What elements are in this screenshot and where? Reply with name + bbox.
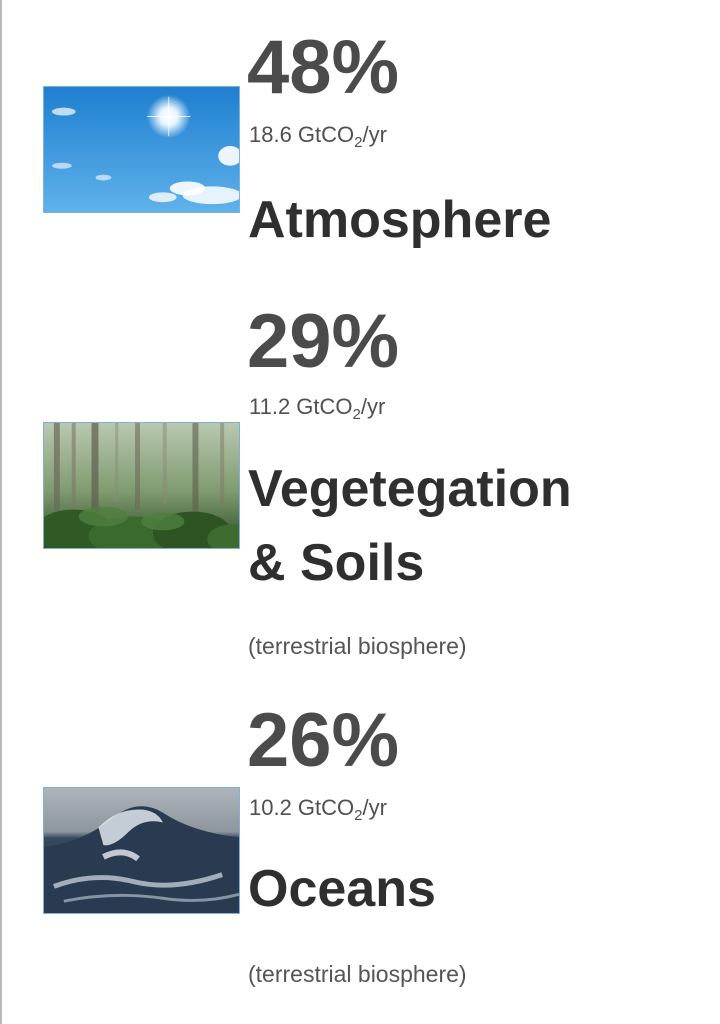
flux-value: 10.2 GtCO2/yr [249,795,387,824]
sink-note: (terrestrial biosphere) [248,961,467,987]
ocean-wave-photo [43,787,240,914]
sink-name: Oceans [248,860,436,918]
sink-oceans: 26% 10.2 GtCO2/yr Oceans (terrestrial bi… [0,0,720,1000]
flux-subscript: 2 [354,807,363,824]
flux-unit: /yr [362,795,387,820]
percent-value: 26% [247,698,400,783]
flux-amount: 10.2 GtCO [249,795,355,820]
